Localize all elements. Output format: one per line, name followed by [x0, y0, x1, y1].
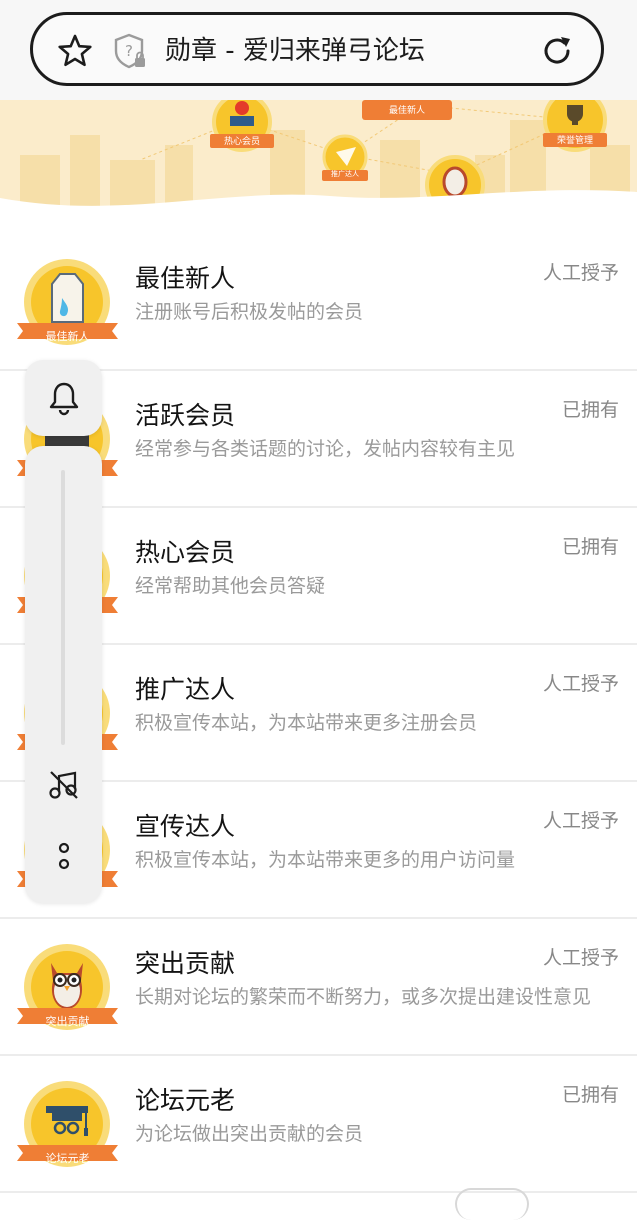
medal-description: 长期对论坛的繁荣而不断努力，或多次提出建设性意见 — [135, 986, 592, 1008]
volume-slider[interactable] — [61, 470, 65, 745]
star-icon[interactable] — [57, 33, 93, 69]
medal-title: 宣传达人 — [135, 812, 236, 841]
banner-label: 热心会员 — [223, 137, 261, 147]
medal-description: 积极宣传本站，为本站带来更多的用户访问量 — [135, 849, 516, 871]
medal-status: 人工授予 — [542, 673, 619, 695]
floating-toolbar — [25, 360, 102, 903]
header-banner: 热心会员 最佳新人 推广达人 荣誉管理 — [0, 100, 637, 218]
side-panel — [25, 446, 102, 903]
medal-title: 最佳新人 — [135, 264, 236, 293]
more-icon[interactable] — [55, 840, 73, 872]
shield-unknown-icon[interactable]: ? — [113, 32, 147, 70]
page-title[interactable]: 勋章 - 爱归来弹弓论坛 — [165, 33, 425, 69]
medal-description: 积极宣传本站，为本站带来更多注册会员 — [135, 712, 478, 734]
medal-title: 活跃会员 — [135, 401, 236, 430]
banner-label: 最佳新人 — [388, 106, 426, 116]
browser-toolbar: ? 勋章 - 爱归来弹弓论坛 — [0, 0, 637, 100]
list-item[interactable]: 最佳新人 最佳新人 注册账号后积极发帖的会员 人工授予 — [0, 234, 637, 371]
medal-title: 突出贡献 — [135, 949, 236, 978]
bell-icon — [49, 382, 79, 416]
list-item[interactable]: 突出贡献 突出贡献 长期对论坛的繁荣而不断努力，或多次提出建设性意见 人工授予 — [0, 919, 637, 1056]
medal-status: 已拥有 — [561, 399, 619, 421]
address-bar[interactable]: ? 勋章 - 爱归来弹弓论坛 — [30, 12, 604, 86]
scroll-hint — [455, 1188, 529, 1220]
medal-status: 人工授予 — [542, 262, 619, 284]
medal-title: 热心会员 — [135, 538, 236, 567]
banner-label: 荣誉管理 — [556, 136, 594, 146]
banner-label: 推广达人 — [331, 170, 359, 178]
medal-status: 人工授予 — [542, 810, 619, 832]
medal-title: 推广达人 — [135, 675, 236, 704]
medal-status: 已拥有 — [561, 1084, 619, 1106]
banner-illustration — [0, 100, 637, 218]
notification-button[interactable] — [25, 360, 102, 436]
medal-description: 注册账号后积极发帖的会员 — [135, 301, 364, 323]
medal-description: 经常参与各类话题的讨论，发帖内容较有主见 — [135, 438, 516, 460]
medal-title: 论坛元老 — [135, 1086, 236, 1115]
medal-status: 已拥有 — [561, 536, 619, 558]
badge-caption: 突出贡献 — [45, 1015, 90, 1028]
reload-icon[interactable] — [539, 33, 575, 69]
svg-text:?: ? — [125, 42, 133, 60]
medal-description: 经常帮助其他会员答疑 — [135, 575, 326, 597]
music-off-icon[interactable] — [47, 768, 81, 802]
list-item[interactable]: 论坛元老 论坛元老 为论坛做出突出贡献的会员 已拥有 — [0, 1056, 637, 1193]
medal-status: 人工授予 — [542, 947, 619, 969]
medal-description: 为论坛做出突出贡献的会员 — [135, 1123, 364, 1145]
badge-caption: 最佳新人 — [45, 330, 90, 343]
badge-caption: 论坛元老 — [45, 1152, 90, 1165]
